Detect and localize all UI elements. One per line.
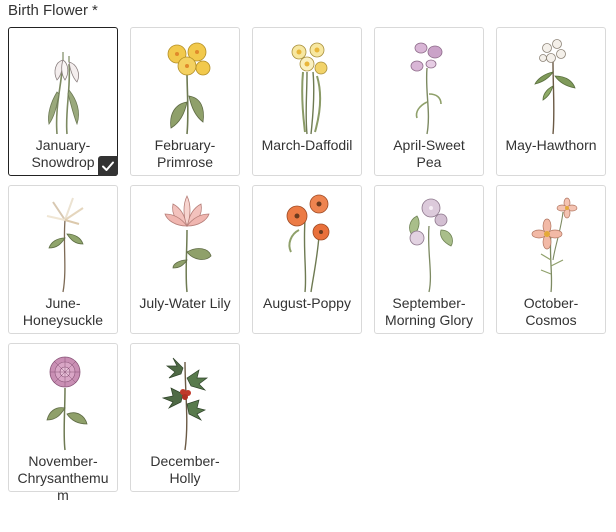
flower-option-label: November- Chrysanthemu m: [17, 453, 109, 503]
selected-check-icon: [98, 156, 118, 176]
birth-flower-label-text: Birth Flower: [8, 2, 89, 19]
flower-option-label: September- Morning Glory: [385, 295, 473, 328]
flower-option-label: July-Water Lily: [139, 295, 231, 311]
holly-illustration: [161, 357, 209, 451]
flower-option-march-daffodil[interactable]: March-Daffodil: [252, 27, 362, 176]
flower-option-september-morning-glory[interactable]: September- Morning Glory: [374, 185, 484, 334]
daffodil-illustration: [291, 42, 328, 135]
sweet-pea-illustration: [410, 42, 443, 135]
required-asterisk: *: [92, 2, 98, 19]
flower-option-june-honeysuckle[interactable]: June- Honeysuckle: [8, 185, 118, 334]
cosmos-illustration: [531, 197, 578, 293]
flower-option-may-hawthorn[interactable]: May-Hawthorn: [496, 27, 606, 176]
flower-option-label: December- Holly: [150, 453, 220, 486]
flower-option-label: March-Daffodil: [261, 137, 353, 153]
hawthorn-illustration: [534, 39, 576, 135]
flower-option-label: May-Hawthorn: [505, 137, 597, 153]
primrose-illustration: [167, 42, 211, 135]
flower-option-label: June- Honeysuckle: [22, 295, 104, 328]
flower-option-october-cosmos[interactable]: October- Cosmos: [496, 185, 606, 334]
flower-option-january-snowdrop[interactable]: January- Snowdrop: [8, 27, 118, 176]
water-lily-illustration: [164, 195, 212, 293]
chrysanthemum-illustration: [46, 356, 88, 451]
flower-option-december-holly[interactable]: December- Holly: [130, 343, 240, 492]
flower-option-april-sweet-pea[interactable]: April-Sweet Pea: [374, 27, 484, 176]
flower-option-august-poppy[interactable]: August-Poppy: [252, 185, 362, 334]
flower-option-label: August-Poppy: [263, 295, 351, 311]
flower-option-label: April-Sweet Pea: [393, 137, 465, 170]
flower-option-november-chrysanthemum[interactable]: November- Chrysanthemu m: [8, 343, 118, 503]
honeysuckle-illustration: [46, 197, 84, 293]
flower-option-label: October- Cosmos: [523, 295, 579, 328]
birth-flower-label: Birth Flower *: [8, 1, 98, 21]
flower-option-february-primrose[interactable]: February- Primrose: [130, 27, 240, 176]
flower-option-label: February- Primrose: [154, 137, 216, 170]
flower-option-july-water-lily[interactable]: July-Water Lily: [130, 185, 240, 334]
morning-glory-illustration: [409, 198, 453, 293]
poppy-illustration: [286, 194, 330, 293]
snowdrop-illustration: [48, 51, 79, 135]
